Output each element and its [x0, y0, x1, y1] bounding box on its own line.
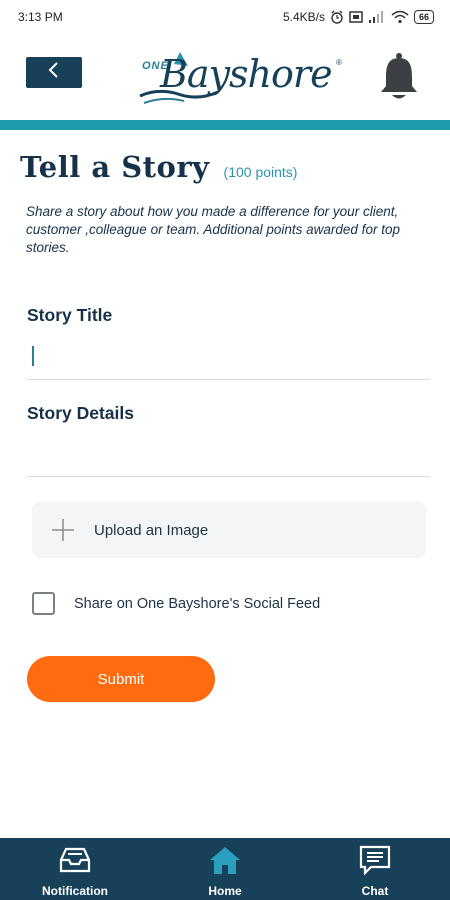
nav-label-chat: Chat	[361, 884, 389, 898]
notification-bell-button[interactable]	[378, 52, 420, 102]
logo-name: Bayshore	[160, 52, 333, 96]
battery-icon: 66	[413, 10, 434, 24]
nav-label-notification: Notification	[42, 884, 108, 898]
bayshore-logo: ONE Bayshore ®	[138, 46, 348, 108]
upload-image-label: Upload an Image	[94, 522, 209, 539]
alarm-icon	[330, 10, 344, 24]
upload-image-button[interactable]: Upload an Image	[32, 502, 426, 558]
status-indicators: 5.4KB/s 66	[283, 10, 434, 24]
points-badge: (100 points)	[223, 164, 298, 180]
nav-item-home[interactable]: Home	[200, 838, 250, 900]
text-cursor	[32, 346, 34, 366]
story-title-input[interactable]	[27, 340, 430, 380]
plus-icon	[51, 518, 75, 542]
page-title-row: Tell a Story (100 points)	[20, 150, 297, 184]
app-header: ONE Bayshore ®	[0, 34, 450, 120]
status-bar: 3:13 PM 5.4KB/s 66	[0, 0, 450, 34]
nav-item-notification[interactable]: Notification	[40, 838, 110, 900]
story-title-label: Story Title	[27, 305, 113, 325]
page-title: Tell a Story	[20, 150, 210, 184]
inbox-icon	[58, 845, 92, 875]
signal-icon	[368, 10, 386, 24]
share-social-feed-label[interactable]: Share on One Bayshore's Social Feed	[74, 596, 320, 612]
back-button[interactable]	[26, 57, 82, 88]
screenshot-icon	[349, 10, 363, 24]
bell-icon	[378, 53, 420, 106]
story-details-label: Story Details	[27, 403, 134, 423]
share-social-feed-checkbox[interactable]	[32, 592, 55, 615]
home-icon	[208, 845, 242, 875]
submit-button[interactable]: Submit	[27, 656, 215, 702]
share-social-feed-row: Share on One Bayshore's Social Feed	[32, 592, 320, 615]
chevron-left-icon	[47, 61, 61, 84]
story-details-input[interactable]	[27, 437, 430, 477]
status-time: 3:13 PM	[18, 10, 63, 24]
logo-trademark: ®	[336, 58, 342, 67]
bottom-navigation: Notification Home Chat	[0, 838, 450, 900]
intro-text: Share a story about how you made a diffe…	[26, 204, 400, 255]
network-speed: 5.4KB/s	[282, 10, 325, 24]
wifi-icon	[391, 10, 409, 24]
nav-label-home: Home	[208, 884, 242, 898]
chat-icon	[358, 845, 392, 875]
nav-item-chat[interactable]: Chat	[350, 838, 400, 900]
header-accent-stripe	[0, 120, 450, 130]
